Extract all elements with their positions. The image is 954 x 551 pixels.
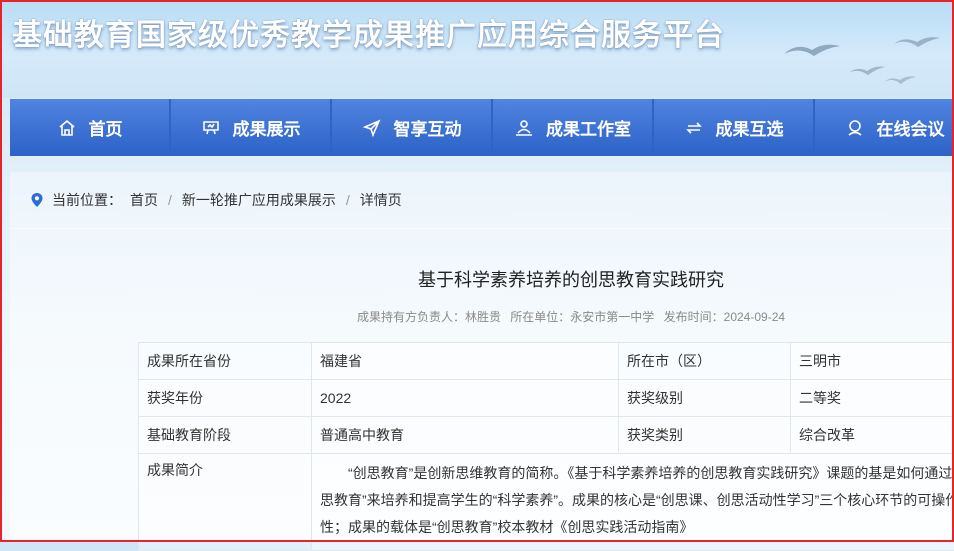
summary-label: 成果简介 <box>139 454 312 551</box>
nav-label: 成果展示 <box>233 115 301 140</box>
nav-label: 首页 <box>89 115 123 140</box>
table-label: 成果所在省份 <box>139 343 312 380</box>
meta-holder: 成果持有方负责人：林胜贵 <box>357 310 501 324</box>
breadcrumb-separator: / <box>346 192 350 208</box>
home-icon <box>57 118 77 138</box>
table-value: 三明市 <box>791 343 954 380</box>
bird-decoration <box>847 64 887 78</box>
nav-label: 成果互选 <box>716 115 784 140</box>
nav-home[interactable]: 首页 <box>10 99 169 156</box>
swap-arrows-icon <box>684 118 704 138</box>
table-value: 福建省 <box>312 343 619 380</box>
article-meta: 成果持有方负责人：林胜贵 所在单位：永安市第一中学 发布时间：2024-09-2… <box>10 308 954 325</box>
table-row: 成果简介 “创思教育”是创新思维教育的简称。《基于科学素养培养的创思教育实践研究… <box>139 454 954 551</box>
table-value: 普通高中教育 <box>312 417 619 454</box>
summary-text: “创思教育”是创新思维教育的简称。《基于科学素养培养的创思教育实践研究》课题的基… <box>320 460 954 541</box>
table-label: 获奖年份 <box>139 380 312 417</box>
nav-results-showcase[interactable]: 成果展示 <box>171 99 330 156</box>
main-nav: 首页 成果展示 智享互动 成果工作室 成果互选 在线会议 <box>10 99 952 156</box>
table-row: 成果所在省份 福建省 所在市（区） 三明市 <box>139 343 954 380</box>
nav-mutual-selection[interactable]: 成果互选 <box>654 99 813 156</box>
table-label: 基础教育阶段 <box>139 417 312 454</box>
nav-studio[interactable]: 成果工作室 <box>493 99 652 156</box>
table-value: 二等奖 <box>791 380 954 417</box>
breadcrumb-showcase-link[interactable]: 新一轮推广应用成果展示 <box>182 190 336 210</box>
table-row: 获奖年份 2022 获奖级别 二等奖 <box>139 380 954 417</box>
nav-label: 在线会议 <box>877 115 945 140</box>
presentation-board-icon <box>201 118 221 138</box>
table-label: 所在市（区） <box>619 343 791 380</box>
table-label: 获奖级别 <box>619 380 791 417</box>
breadcrumb-prefix: 当前位置： <box>52 190 122 210</box>
info-table: 成果所在省份 福建省 所在市（区） 三明市 获奖年份 2022 获奖级别 二等奖… <box>138 342 954 551</box>
bird-decoration <box>882 74 918 86</box>
meta-published: 发布时间：2024-09-24 <box>664 310 785 324</box>
content-panel: 当前位置： 首页 / 新一轮推广应用成果展示 / 详情页 基于科学素养培养的创思… <box>10 172 952 538</box>
divider <box>10 228 952 229</box>
table-value: 综合改革 <box>791 417 954 454</box>
breadcrumb-current: 详情页 <box>360 190 402 210</box>
table-row: 基础教育阶段 普通高中教育 获奖类别 综合改革 <box>139 417 954 454</box>
nav-label: 智享互动 <box>394 115 462 140</box>
bird-decoration <box>892 34 942 50</box>
location-pin-icon <box>30 192 44 208</box>
table-value: 2022 <box>312 380 619 417</box>
person-studio-icon <box>514 118 534 138</box>
bird-decoration <box>782 40 842 60</box>
send-arrow-icon <box>362 118 382 138</box>
nav-interaction[interactable]: 智享互动 <box>332 99 491 156</box>
site-title: 基础教育国家级优秀教学成果推广应用综合服务平台 <box>12 10 725 54</box>
summary-cell: “创思教育”是创新思维教育的简称。《基于科学素养培养的创思教育实践研究》课题的基… <box>312 454 954 551</box>
nav-label: 成果工作室 <box>546 115 631 140</box>
article-title: 基于科学素养培养的创思教育实践研究 <box>10 266 954 292</box>
breadcrumb-home-link[interactable]: 首页 <box>130 190 158 210</box>
meta-unit: 所在单位：永安市第一中学 <box>510 310 654 324</box>
breadcrumb: 当前位置： 首页 / 新一轮推广应用成果展示 / 详情页 <box>30 188 402 212</box>
site-header: 基础教育国家级优秀教学成果推广应用综合服务平台 <box>2 2 952 98</box>
table-label: 获奖类别 <box>619 417 791 454</box>
nav-online-meeting[interactable]: 在线会议 <box>815 99 954 156</box>
breadcrumb-separator: / <box>168 192 172 208</box>
meeting-icon <box>845 118 865 138</box>
